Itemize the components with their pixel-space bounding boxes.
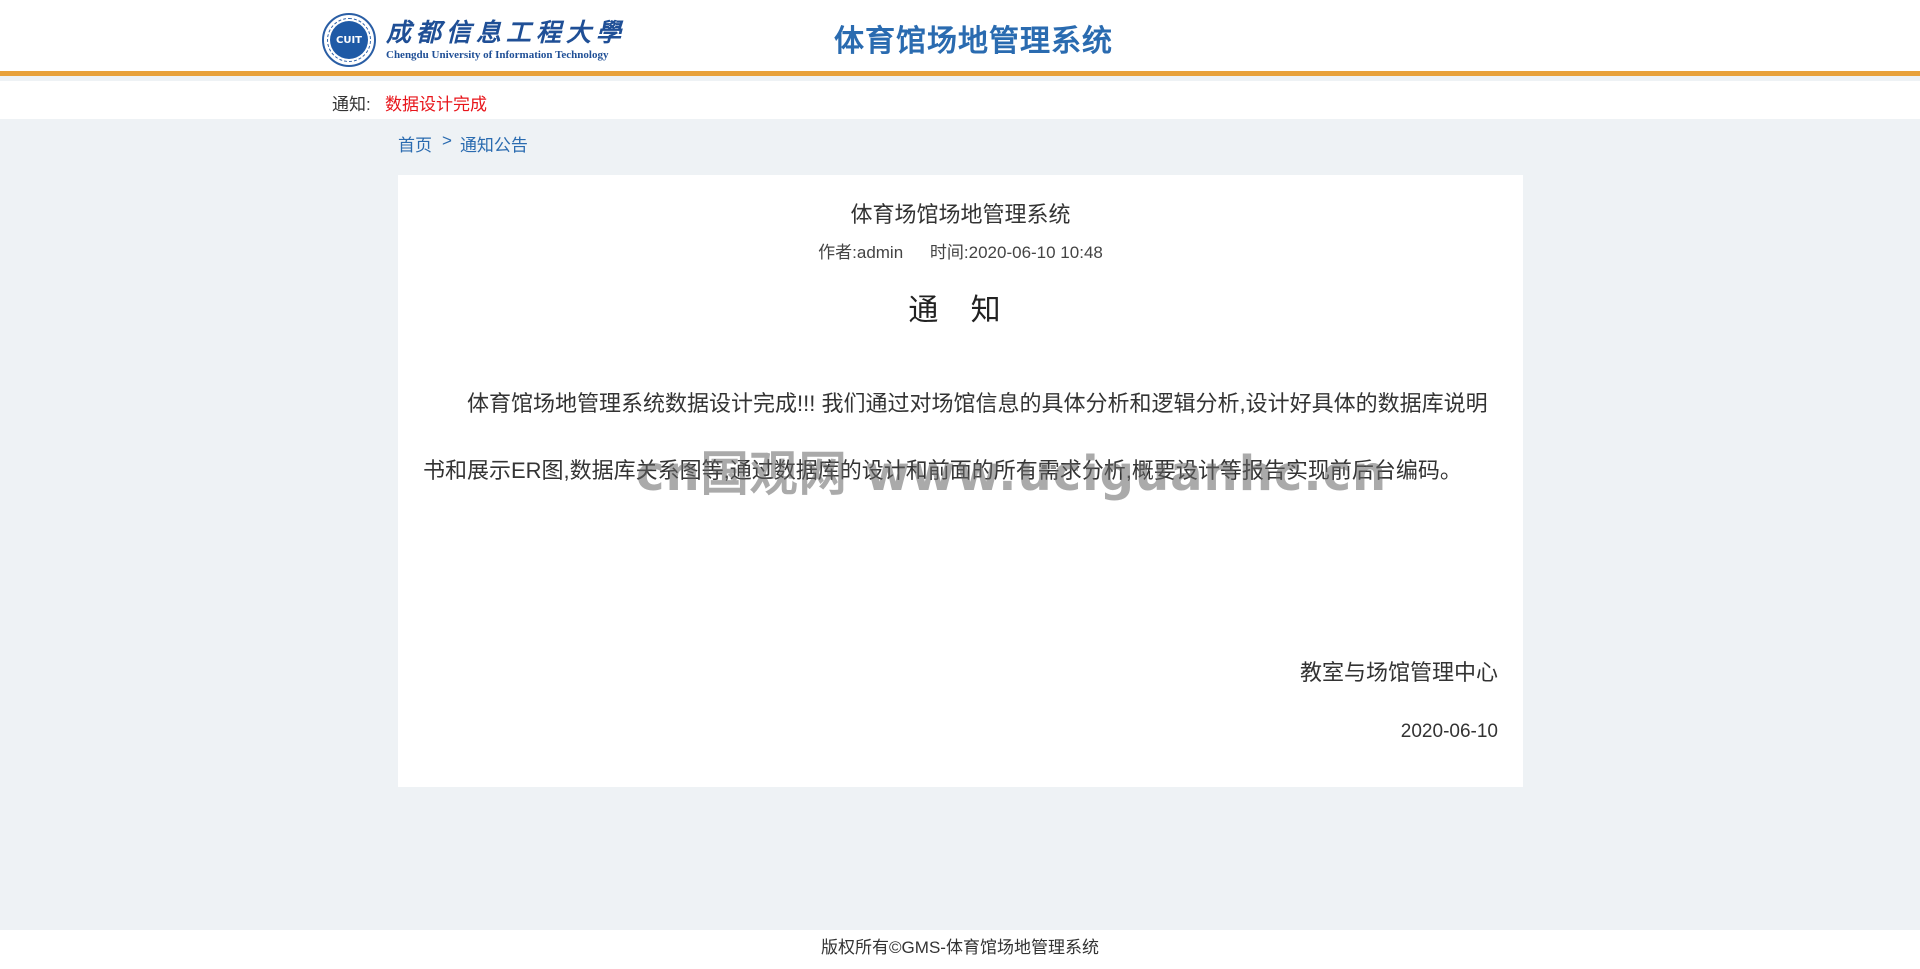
footer-copyright: 版权所有©GMS-体育馆场地管理系统 <box>821 938 1099 957</box>
page-footer: 版权所有©GMS-体育馆场地管理系统 <box>0 930 1920 969</box>
article-sign-date: 2020-06-10 <box>1400 721 1498 742</box>
logo-text: 成都信息工程大學 Chengdu University of Informati… <box>386 18 626 62</box>
breadcrumb-home-link[interactable]: 首页 <box>398 131 432 156</box>
page-header: CUIT 成都信息工程大學 Chengdu University of Info… <box>0 0 1920 76</box>
university-logo[interactable]: CUIT 成都信息工程大學 Chengdu University of Info… <box>322 13 626 67</box>
notice-label: 通知: <box>332 95 371 114</box>
breadcrumb: 首页 > 通知公告 <box>398 131 528 156</box>
university-name-en: Chengdu University of Information Techno… <box>386 49 609 61</box>
article-body: 体育馆场地管理系统数据设计完成!!! 我们通过对场馆信息的具体分析和逻辑分析,设… <box>423 391 1488 483</box>
article-heading: 通 知 <box>908 294 1013 327</box>
article-signature: 教室与场馆管理中心 <box>1299 660 1498 685</box>
article-author: 作者:admin <box>818 243 904 262</box>
university-seal-icon: CUIT <box>322 13 376 67</box>
breadcrumb-current-link[interactable]: 通知公告 <box>460 131 528 156</box>
article-card: 体育场馆场地管理系统 作者:admin 时间:2020-06-10 10:48 … <box>398 175 1523 787</box>
article-title: 体育场馆场地管理系统 <box>850 202 1071 227</box>
seal-text: CUIT <box>330 21 368 59</box>
article-time: 时间:2020-06-10 10:48 <box>929 243 1103 262</box>
system-title: 体育馆场地管理系统 <box>834 25 1113 58</box>
notice-bar: 通知: 数据设计完成 <box>0 81 1920 119</box>
article-meta: 作者:admin 时间:2020-06-10 10:48 <box>398 238 1523 263</box>
university-name-cn: 成都信息工程大學 <box>386 18 627 47</box>
notice-link[interactable]: 数据设计完成 <box>385 90 487 115</box>
breadcrumb-separator: > <box>442 131 452 150</box>
